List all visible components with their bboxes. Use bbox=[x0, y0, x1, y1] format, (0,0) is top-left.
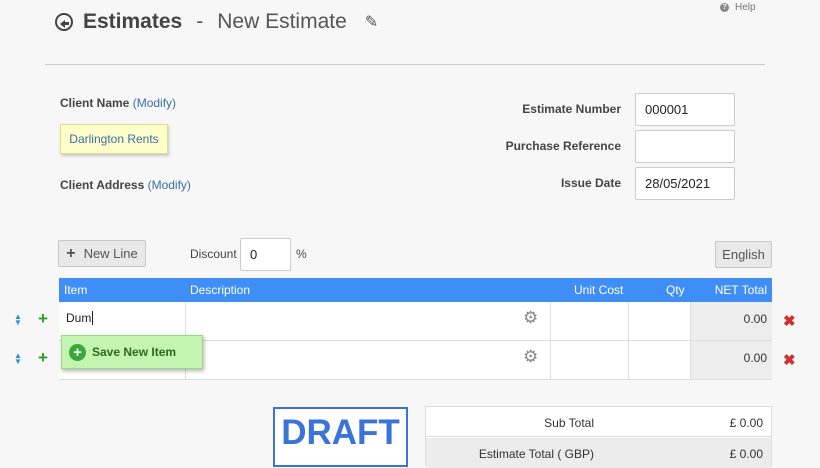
row2-unit-cost-input[interactable] bbox=[551, 341, 629, 379]
gear-icon[interactable]: ⚙ bbox=[523, 308, 538, 328]
row1-qty-input[interactable] bbox=[629, 302, 691, 340]
discount-label: Discount bbox=[190, 247, 237, 261]
estimate-number-label: Estimate Number bbox=[522, 102, 621, 116]
purchase-reference-label: Purchase Reference bbox=[505, 139, 621, 153]
estimate-total-label: Estimate Total ( GBP) bbox=[478, 447, 594, 461]
row2-sort-handle[interactable]: ▲ ▼ bbox=[14, 352, 22, 366]
title-separator: - bbox=[196, 10, 204, 33]
purchase-reference-field[interactable] bbox=[635, 130, 735, 163]
estimate-number-field[interactable]: 000001 bbox=[635, 93, 735, 126]
pencil-icon[interactable]: ✎ bbox=[365, 12, 378, 32]
row1-sort-handle[interactable]: ▲ ▼ bbox=[14, 313, 22, 327]
language-button[interactable]: English bbox=[715, 241, 772, 268]
text-cursor bbox=[92, 311, 94, 325]
row1-item-value: Dum bbox=[66, 311, 92, 325]
discount-unit: % bbox=[296, 247, 307, 261]
client-name-modify-link[interactable]: (Modify) bbox=[133, 96, 176, 110]
client-name-label: Client Name (Modify) bbox=[60, 96, 176, 110]
sort-down-icon: ▼ bbox=[14, 318, 22, 327]
column-qty: Qty bbox=[666, 283, 685, 297]
row2-qty-input[interactable] bbox=[629, 341, 691, 379]
issue-date-label: Issue Date bbox=[560, 176, 621, 190]
client-address-text: Client Address bbox=[60, 178, 145, 192]
client-name-badge[interactable]: Darlington Rents bbox=[60, 124, 168, 154]
header-divider bbox=[45, 64, 765, 65]
issue-date-field[interactable]: 28/05/2021 bbox=[635, 167, 735, 200]
row1-remove-icon[interactable]: ✖ bbox=[783, 312, 796, 330]
row2-description-input[interactable]: ⚙ bbox=[186, 341, 551, 379]
page-title: Estimates bbox=[83, 10, 183, 33]
row1-net-total: 0.00 bbox=[691, 302, 772, 340]
column-unit-cost: Unit Cost bbox=[574, 283, 624, 297]
help-link[interactable]: ? Help bbox=[720, 2, 756, 13]
estimate-total-row: Estimate Total ( GBP) £ 0.00 bbox=[426, 438, 771, 468]
row1-add-icon[interactable]: + bbox=[38, 309, 48, 329]
help-label: Help bbox=[735, 2, 756, 13]
question-icon: ? bbox=[720, 3, 729, 12]
add-circle-icon: + bbox=[69, 343, 86, 361]
save-new-item-label: Save New Item bbox=[92, 345, 177, 359]
totals-panel: Sub Total £ 0.00 Estimate Total ( GBP) £… bbox=[425, 406, 772, 468]
gear-icon[interactable]: ⚙ bbox=[523, 347, 538, 367]
client-name-text: Client Name bbox=[60, 96, 130, 110]
sub-total-row: Sub Total £ 0.00 bbox=[426, 407, 771, 437]
client-address-modify-link[interactable]: (Modify) bbox=[148, 178, 191, 192]
save-new-item-button[interactable]: + Save New Item bbox=[61, 335, 203, 369]
row2-remove-icon[interactable]: ✖ bbox=[783, 351, 796, 369]
sub-total-value: £ 0.00 bbox=[729, 416, 763, 430]
client-address-label: Client Address (Modify) bbox=[60, 178, 191, 192]
draft-stamp: DRAFT bbox=[273, 407, 408, 467]
sort-down-icon: ▼ bbox=[14, 357, 22, 366]
row1-description-input[interactable]: ⚙ bbox=[186, 302, 551, 340]
row2-net-total: 0.00 bbox=[691, 341, 772, 379]
new-line-label: New Line bbox=[83, 246, 138, 261]
column-description: Description bbox=[190, 283, 251, 297]
page-subtitle: New Estimate bbox=[217, 10, 347, 33]
back-circle-arrow-icon[interactable] bbox=[55, 13, 73, 31]
new-line-button[interactable]: + New Line bbox=[58, 240, 146, 267]
row1-unit-cost-input[interactable] bbox=[551, 302, 629, 340]
row2-add-icon[interactable]: + bbox=[38, 348, 48, 368]
estimate-total-value: £ 0.00 bbox=[729, 447, 763, 461]
discount-input[interactable]: 0 bbox=[240, 238, 291, 271]
table-header: Item Description Unit Cost Qty NET Total bbox=[59, 278, 772, 302]
column-item: Item bbox=[64, 283, 88, 297]
page-header: Estimates - New Estimate ✎ bbox=[55, 10, 378, 34]
sub-total-label: Sub Total bbox=[544, 416, 594, 430]
plus-icon: + bbox=[66, 244, 76, 262]
column-net-total: NET Total bbox=[714, 283, 767, 297]
